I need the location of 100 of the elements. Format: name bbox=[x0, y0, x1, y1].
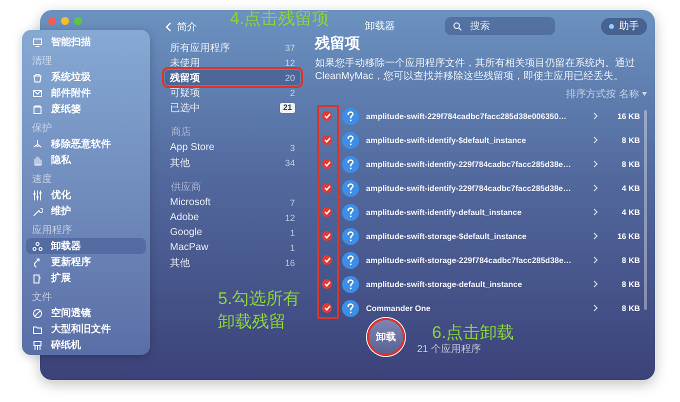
file-size: 8 KB bbox=[620, 256, 640, 264]
item-count: 37 bbox=[284, 42, 295, 52]
chevron-icon[interactable] bbox=[593, 112, 598, 120]
checkbox[interactable] bbox=[322, 111, 332, 121]
question-mark-icon bbox=[342, 204, 359, 220]
checkbox[interactable] bbox=[322, 255, 332, 265]
section-heading: 供应商 bbox=[170, 180, 202, 195]
search-icon bbox=[453, 22, 462, 31]
filter-item[interactable]: 所有应用程序 37 bbox=[165, 40, 300, 55]
filter-item[interactable]: 其他 34 bbox=[165, 155, 300, 170]
section-heading: 商店 bbox=[170, 126, 192, 140]
sidebar-item[interactable]: 扩展 bbox=[26, 270, 146, 286]
envelope-icon bbox=[32, 88, 43, 98]
filter-item[interactable]: 可疑项 2 bbox=[165, 85, 300, 100]
sidebar-item[interactable]: 更新程序 bbox=[26, 254, 146, 270]
item-count: 3 bbox=[290, 142, 295, 152]
file-size: 4 KB bbox=[620, 184, 640, 192]
sidebar-item[interactable]: 废纸篓 bbox=[26, 101, 146, 117]
chevron-icon[interactable] bbox=[593, 304, 598, 312]
chevron-icon[interactable] bbox=[593, 184, 598, 192]
file-size: 8 KB bbox=[620, 280, 640, 288]
chevron-icon[interactable] bbox=[593, 136, 598, 144]
file-name: Commander One bbox=[366, 304, 432, 312]
back-link[interactable]: 简介 bbox=[165, 10, 197, 34]
sidebar-item[interactable]: 大型和旧文件 bbox=[26, 321, 146, 337]
question-mark-icon bbox=[342, 132, 359, 148]
chevron-icon[interactable] bbox=[593, 232, 598, 240]
file-name: amplitude-swift-storage-default_instance bbox=[366, 280, 524, 288]
filter-item[interactable]: Adobe 12 bbox=[165, 210, 300, 225]
item-count: 20 bbox=[284, 72, 295, 82]
question-mark-icon bbox=[342, 228, 359, 244]
checkbox[interactable] bbox=[322, 231, 332, 241]
sidebar-item[interactable]: 移除恶意软件 bbox=[26, 136, 146, 152]
item-count: 12 bbox=[284, 212, 295, 222]
question-mark-icon bbox=[342, 108, 359, 124]
checkbox[interactable] bbox=[322, 207, 332, 217]
item-count: 1 bbox=[290, 228, 295, 238]
file-size: 8 KB bbox=[620, 304, 640, 312]
file-name: amplitude-swift-identify-default_instance bbox=[366, 208, 523, 216]
file-size: 8 KB bbox=[620, 160, 640, 168]
uninstall-button[interactable]: 卸载 bbox=[367, 318, 405, 356]
filter-item[interactable]: 未使用 12 bbox=[165, 55, 300, 70]
item-count: 12 bbox=[284, 58, 295, 68]
item-count: 1 bbox=[290, 242, 295, 252]
section-title: 残留项 bbox=[315, 34, 361, 53]
sidebar-item[interactable]: 智能扫描 bbox=[26, 34, 146, 50]
sidebar-item[interactable]: 维护 bbox=[26, 203, 146, 219]
checkbox[interactable] bbox=[322, 135, 332, 145]
chevron-icon[interactable] bbox=[593, 208, 598, 216]
file-name: amplitude-swift-storage-$default_instance bbox=[366, 232, 528, 240]
annotation-text: 卸载残留 bbox=[218, 311, 286, 333]
filter-item[interactable]: Google 1 bbox=[165, 225, 300, 240]
section-heading: 保护 bbox=[31, 122, 53, 136]
item-count: 16 bbox=[284, 258, 295, 268]
section-heading: 清理 bbox=[31, 54, 53, 69]
assistant-button[interactable]: 助手 bbox=[601, 18, 647, 34]
checkbox[interactable] bbox=[322, 183, 332, 193]
sidebar-item[interactable]: 空间透镜 bbox=[26, 305, 146, 321]
filter-item[interactable]: App Store 3 bbox=[165, 140, 300, 155]
filter-item[interactable]: Microsoft 7 bbox=[165, 195, 300, 210]
chevron-icon[interactable] bbox=[593, 256, 598, 264]
sidebar-item[interactable]: 碎纸机 bbox=[26, 337, 146, 353]
sort-dropdown[interactable]: 名称 bbox=[619, 87, 639, 101]
sidebar-item[interactable]: 优化 bbox=[26, 187, 146, 203]
checkbox[interactable] bbox=[322, 303, 332, 313]
file-name: amplitude-swift-229f784cadbc7facc285d38e006350… bbox=[366, 112, 568, 120]
chevron-icon[interactable] bbox=[593, 160, 598, 168]
checkbox[interactable] bbox=[322, 279, 332, 289]
scrollbar[interactable] bbox=[644, 110, 647, 310]
checkbox[interactable] bbox=[322, 159, 332, 169]
file-size: 8 KB bbox=[620, 136, 640, 144]
file-name: amplitude-swift-identify-229f784cadbc7facc285d38e… bbox=[366, 160, 572, 168]
filter-item[interactable]: 其他 16 bbox=[165, 255, 300, 270]
item-count: 2 bbox=[290, 88, 295, 98]
sliders-icon bbox=[32, 190, 43, 200]
section-heading: 文件 bbox=[31, 290, 53, 305]
chevron-icon[interactable] bbox=[593, 280, 598, 288]
sidebar-item[interactable]: 系统垃圾 bbox=[26, 69, 146, 85]
annotation-text: 5.勾选所有 bbox=[218, 288, 300, 310]
sidebar-item[interactable]: 卸载器 bbox=[26, 238, 146, 254]
filter-item[interactable]: 残留项 20 bbox=[165, 70, 300, 85]
sidebar-item[interactable]: 隐私 bbox=[26, 152, 146, 168]
file-name: amplitude-swift-storage-229f784cadbc7facc285d38e… bbox=[366, 256, 572, 264]
file-name: amplitude-swift-identify-229f784cadbc7facc285d38e… bbox=[366, 184, 572, 192]
window-title: 卸载器 bbox=[365, 20, 395, 33]
count-badge: 21 bbox=[280, 102, 295, 112]
monitor-icon bbox=[32, 36, 43, 48]
app-count-text: 21 个应用程序 bbox=[417, 342, 481, 356]
question-mark-icon bbox=[342, 276, 359, 292]
sort-label: 排序方式按 bbox=[566, 88, 616, 101]
annotation-text: 6.点击卸载 bbox=[432, 322, 514, 344]
section-heading: 速度 bbox=[31, 172, 53, 187]
filter-item[interactable]: 已选中 21 bbox=[165, 100, 300, 115]
caret-icon bbox=[642, 92, 647, 96]
question-mark-icon bbox=[342, 252, 359, 268]
sidebar-item[interactable]: 邮件附件 bbox=[26, 85, 146, 101]
filter-item[interactable]: MacPaw 1 bbox=[165, 240, 300, 255]
question-mark-icon bbox=[342, 300, 359, 316]
file-size: 16 KB bbox=[616, 112, 640, 120]
shredder-icon bbox=[32, 340, 43, 350]
